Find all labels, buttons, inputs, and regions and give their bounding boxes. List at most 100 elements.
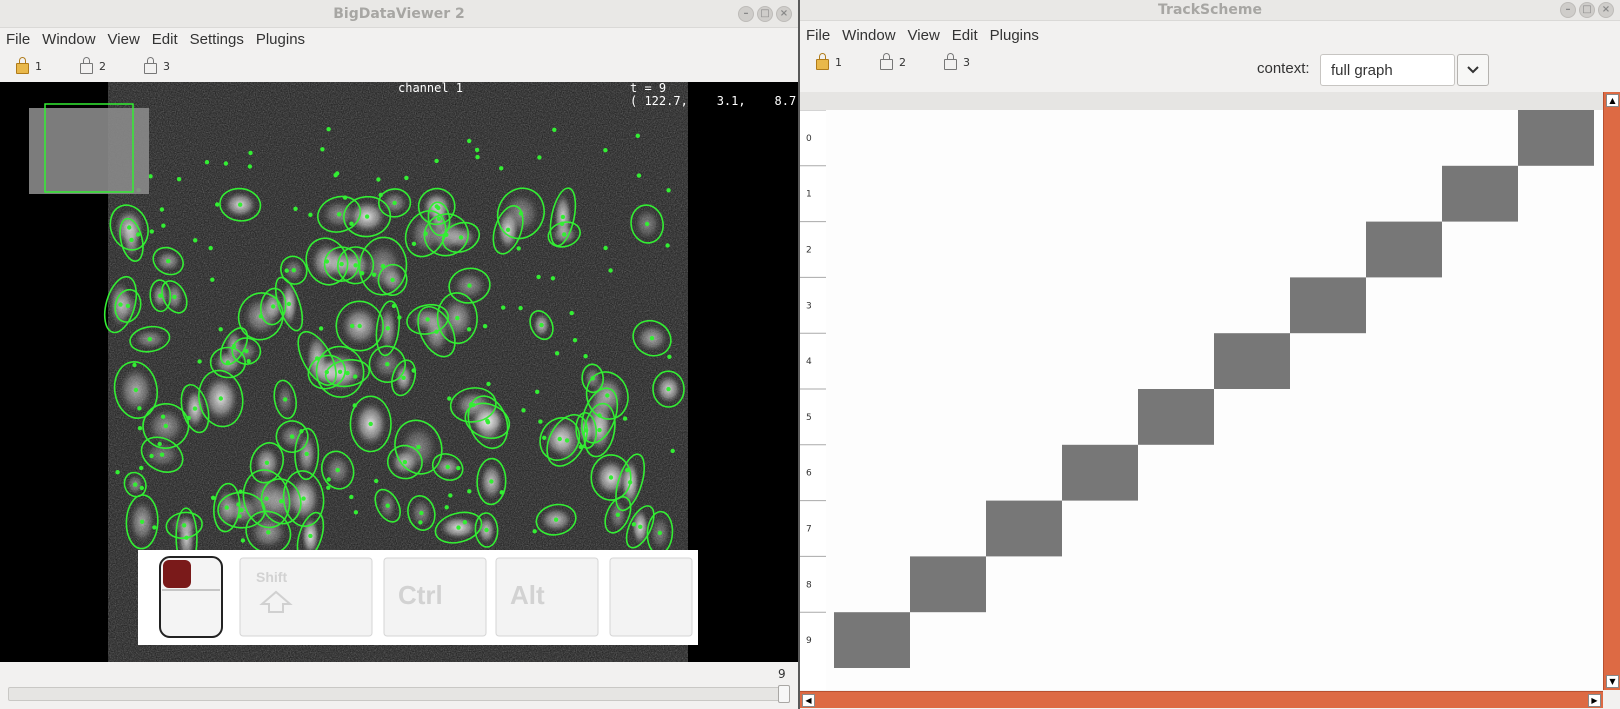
timepoint-slider[interactable] — [8, 687, 790, 701]
lock-group-1[interactable]: 1 — [16, 57, 42, 74]
spot-center — [392, 200, 397, 206]
context-select[interactable]: full graph — [1320, 54, 1455, 86]
time-block-5 — [1138, 389, 1214, 445]
minimize-icon[interactable]: – — [738, 6, 754, 22]
scroll-up-icon[interactable]: ▲ — [1606, 94, 1619, 107]
close-icon[interactable]: × — [776, 6, 792, 22]
lock-label: 3 — [963, 55, 970, 69]
row-label: 8 — [806, 580, 812, 590]
spot-center — [666, 386, 671, 392]
scroll-right-icon[interactable]: ▶ — [1588, 694, 1601, 707]
spot-center — [462, 520, 468, 525]
menu-file[interactable]: File — [6, 31, 30, 48]
spot-center — [649, 336, 655, 341]
context-value: full graph — [1331, 61, 1393, 79]
menu-plugins[interactable]: Plugins — [990, 27, 1039, 44]
spot-center — [486, 381, 491, 387]
spot-center — [402, 459, 408, 465]
spot-center — [385, 503, 390, 508]
menu-edit[interactable]: Edit — [952, 27, 978, 44]
spot-center — [246, 359, 251, 364]
spot-center — [223, 161, 229, 166]
spot-center — [176, 177, 182, 182]
row-label: 6 — [806, 469, 812, 479]
spot-center — [236, 502, 241, 507]
lock-icon — [80, 57, 93, 74]
lock-group-2[interactable]: 2 — [80, 57, 106, 74]
spot-center — [436, 216, 442, 221]
spot-center — [133, 482, 138, 487]
spot-center — [293, 206, 298, 211]
spot-center — [182, 523, 187, 528]
spot-center — [455, 315, 460, 321]
context-dropdown-button[interactable] — [1457, 54, 1489, 86]
time-block-1 — [1442, 165, 1518, 222]
menu-plugins[interactable]: Plugins — [256, 31, 305, 48]
channel-label: channel 1 — [398, 82, 464, 95]
time-block-4 — [1214, 333, 1290, 389]
slider-thumb[interactable] — [778, 685, 790, 703]
spot-center — [552, 127, 557, 132]
lock-label: 2 — [899, 55, 906, 69]
row-label: 0 — [806, 134, 812, 144]
spot-center — [224, 505, 229, 510]
trackscheme-canvas[interactable] — [826, 110, 1603, 690]
spot-center — [137, 406, 142, 411]
spot-center — [258, 314, 263, 319]
spot-center — [615, 512, 621, 517]
spot-center — [667, 354, 672, 359]
menu-view[interactable]: View — [908, 27, 940, 44]
scroll-left-icon[interactable]: ◀ — [802, 694, 815, 707]
image-viewer-canvas[interactable]: Shift Ctrl Alt channel 1 t = 9 ( 122.7, … — [0, 82, 798, 662]
horizontal-scrollbar[interactable]: ◀ ▶ — [800, 691, 1603, 708]
spot-center — [482, 324, 488, 329]
time-block-3 — [1290, 277, 1366, 334]
scroll-down-icon[interactable]: ▼ — [1606, 675, 1619, 688]
spot-center — [218, 396, 223, 401]
menu-view[interactable]: View — [108, 31, 140, 48]
spot-center — [364, 214, 370, 219]
spot-center — [132, 362, 137, 368]
spot-center — [536, 274, 541, 280]
lock-group-3[interactable]: 3 — [144, 57, 170, 74]
spot-center — [378, 192, 383, 198]
spot-center — [192, 406, 198, 411]
spot-center — [118, 302, 123, 307]
spot-center — [625, 467, 630, 473]
menu-window[interactable]: Window — [42, 31, 95, 48]
lock-group-2[interactable]: 2 — [880, 53, 906, 70]
spot-center — [505, 227, 511, 232]
minimize-icon[interactable]: – — [1560, 2, 1576, 18]
spot-center — [204, 160, 210, 165]
maximize-icon[interactable]: □ — [1579, 2, 1595, 18]
spot-center — [320, 147, 325, 152]
vertical-scrollbar[interactable]: ▲ ▼ — [1603, 92, 1620, 690]
lock-group-1[interactable]: 1 — [816, 53, 842, 70]
spot-center — [326, 477, 331, 482]
spot-center — [166, 258, 171, 264]
spot-center — [436, 205, 441, 211]
spot-center — [337, 369, 343, 374]
menu-settings[interactable]: Settings — [190, 31, 244, 48]
menu-file[interactable]: File — [806, 27, 830, 44]
spot-center — [499, 490, 504, 495]
spot-center — [411, 241, 417, 246]
spot-center — [631, 522, 637, 527]
spot-center — [237, 514, 242, 519]
spot-center — [521, 408, 526, 413]
spot-center — [603, 245, 608, 251]
spot-center — [572, 338, 578, 343]
timepoint-slider-value: 9 — [778, 667, 786, 681]
spot-center — [583, 354, 588, 359]
lock-group-3[interactable]: 3 — [944, 53, 970, 70]
menu-edit[interactable]: Edit — [152, 31, 178, 48]
spot-center — [474, 147, 480, 153]
close-icon[interactable]: × — [1598, 2, 1614, 18]
spot-center — [542, 435, 547, 440]
menu-window[interactable]: Window — [842, 27, 895, 44]
spot-center — [608, 268, 613, 273]
spot-center — [289, 434, 295, 439]
maximize-icon[interactable]: □ — [757, 6, 773, 22]
shift-key-label: Shift — [256, 569, 287, 585]
bdv-title: BigDataViewer 2 — [333, 5, 465, 22]
